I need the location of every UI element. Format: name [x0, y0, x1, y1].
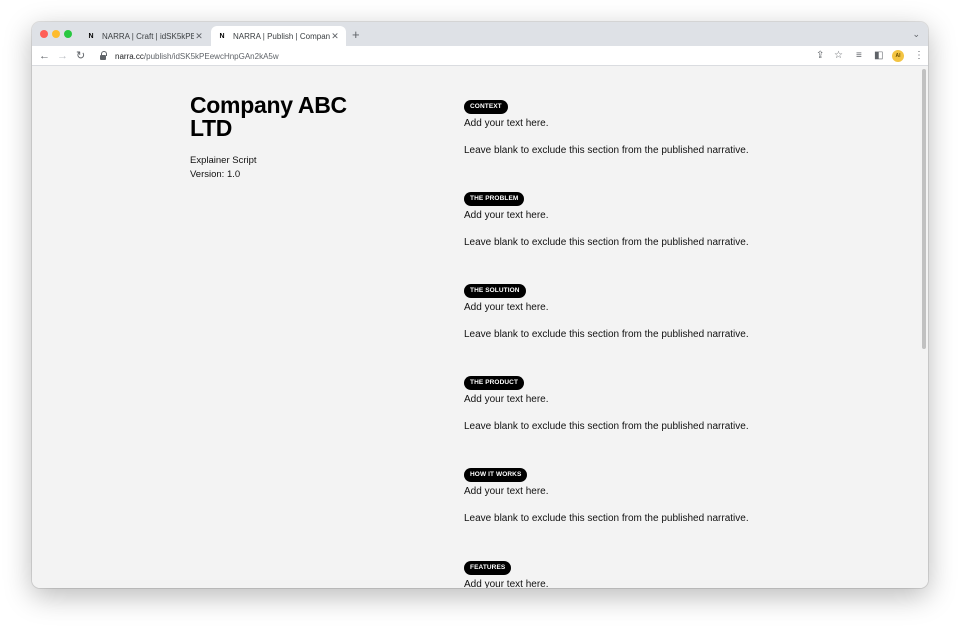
section-hint: Leave blank to exclude this section from… — [464, 421, 749, 432]
section-the-problem: THE PROBLEM Add your text here. Leave bl… — [464, 187, 884, 248]
back-arrow-icon[interactable]: ← — [39, 49, 50, 63]
section-label: THE PRODUCT — [464, 376, 525, 390]
url-path: /publish/idSK5kPEewcHnpGAn2kA5w — [143, 52, 279, 61]
forward-arrow-icon[interactable]: → — [57, 49, 68, 63]
new-tab-button[interactable]: + — [352, 28, 360, 42]
section-hint: Leave blank to exclude this section from… — [464, 237, 749, 248]
section-the-product: THE PRODUCT Add your text here. Leave bl… — [464, 371, 884, 432]
tab-search-icon[interactable]: ⌄ — [912, 29, 920, 40]
section-label: HOW IT WORKS — [464, 468, 528, 482]
section-label: THE PROBLEM — [464, 192, 525, 206]
maximize-window-button[interactable] — [64, 30, 72, 38]
reading-list-icon[interactable]: ≡ — [856, 50, 862, 62]
section-text: Add your text here. — [464, 302, 549, 313]
minimize-window-button[interactable] — [52, 30, 60, 38]
side-panel-icon[interactable]: ◧ — [874, 50, 883, 62]
tab-title: NARRA | Craft | idSK5kPEewc — [102, 31, 194, 41]
browser-toolbar: ← → ↻ narra.cc/publish/idSK5kPEewcHnpGAn… — [32, 46, 928, 66]
kebab-menu-icon[interactable]: ⋮ — [914, 50, 924, 62]
tab-publish[interactable]: N NARRA | Publish | Company AB ✕ — [211, 26, 346, 46]
star-icon[interactable]: ☆ — [834, 50, 843, 62]
page-scrollbar[interactable] — [920, 67, 928, 588]
section-label: CONTEXT — [464, 100, 508, 114]
doc-meta: Explainer Script Version: 1.0 — [190, 154, 257, 181]
doc-version: Version: 1.0 — [190, 168, 241, 180]
section-the-solution: THE SOLUTION Add your text here. Leave b… — [464, 279, 884, 340]
section-how-it-works: HOW IT WORKS Add your text here. Leave b… — [464, 463, 884, 524]
profile-avatar[interactable]: AI — [892, 50, 904, 62]
section-hint: Leave blank to exclude this section from… — [464, 329, 749, 340]
share-icon[interactable]: ⇪ — [816, 50, 824, 62]
doc-subtitle: Explainer Script — [190, 155, 257, 166]
close-icon[interactable]: ✕ — [330, 31, 340, 42]
narra-favicon-icon: N — [219, 32, 225, 40]
url-host: narra.cc — [115, 52, 144, 61]
section-features: FEATURES Add your text here. — [464, 556, 884, 588]
tab-title: NARRA | Publish | Company AB — [233, 31, 330, 41]
section-text: Add your text here. — [464, 486, 549, 497]
close-icon[interactable]: ✕ — [194, 31, 204, 42]
section-context: CONTEXT Add your text here. Leave blank … — [464, 95, 884, 156]
tab-strip: N NARRA | Craft | idSK5kPEewc ✕ N NARRA … — [32, 22, 928, 46]
section-hint: Leave blank to exclude this section from… — [464, 513, 749, 524]
scrollbar-thumb[interactable] — [922, 69, 926, 349]
section-hint: Leave blank to exclude this section from… — [464, 145, 749, 156]
section-label: THE SOLUTION — [464, 284, 526, 298]
section-text: Add your text here. — [464, 118, 549, 129]
page-title: Company ABC LTD — [190, 92, 347, 141]
section-text: Add your text here. — [464, 210, 549, 221]
narra-favicon-icon: N — [88, 32, 94, 40]
section-text: Add your text here. — [464, 394, 549, 405]
section-label: FEATURES — [464, 561, 512, 575]
tab-craft[interactable]: N NARRA | Craft | idSK5kPEewc ✕ — [80, 26, 210, 46]
lock-icon[interactable] — [100, 51, 107, 61]
page-content: Company ABC LTD Explainer Script Version… — [32, 67, 920, 588]
section-text: Add your text here. — [464, 579, 549, 588]
browser-window: N NARRA | Craft | idSK5kPEewc ✕ N NARRA … — [32, 22, 928, 588]
address-bar[interactable]: narra.cc/publish/idSK5kPEewcHnpGAn2kA5w — [94, 49, 814, 64]
close-window-button[interactable] — [40, 30, 48, 38]
reload-icon[interactable]: ↻ — [76, 49, 85, 63]
